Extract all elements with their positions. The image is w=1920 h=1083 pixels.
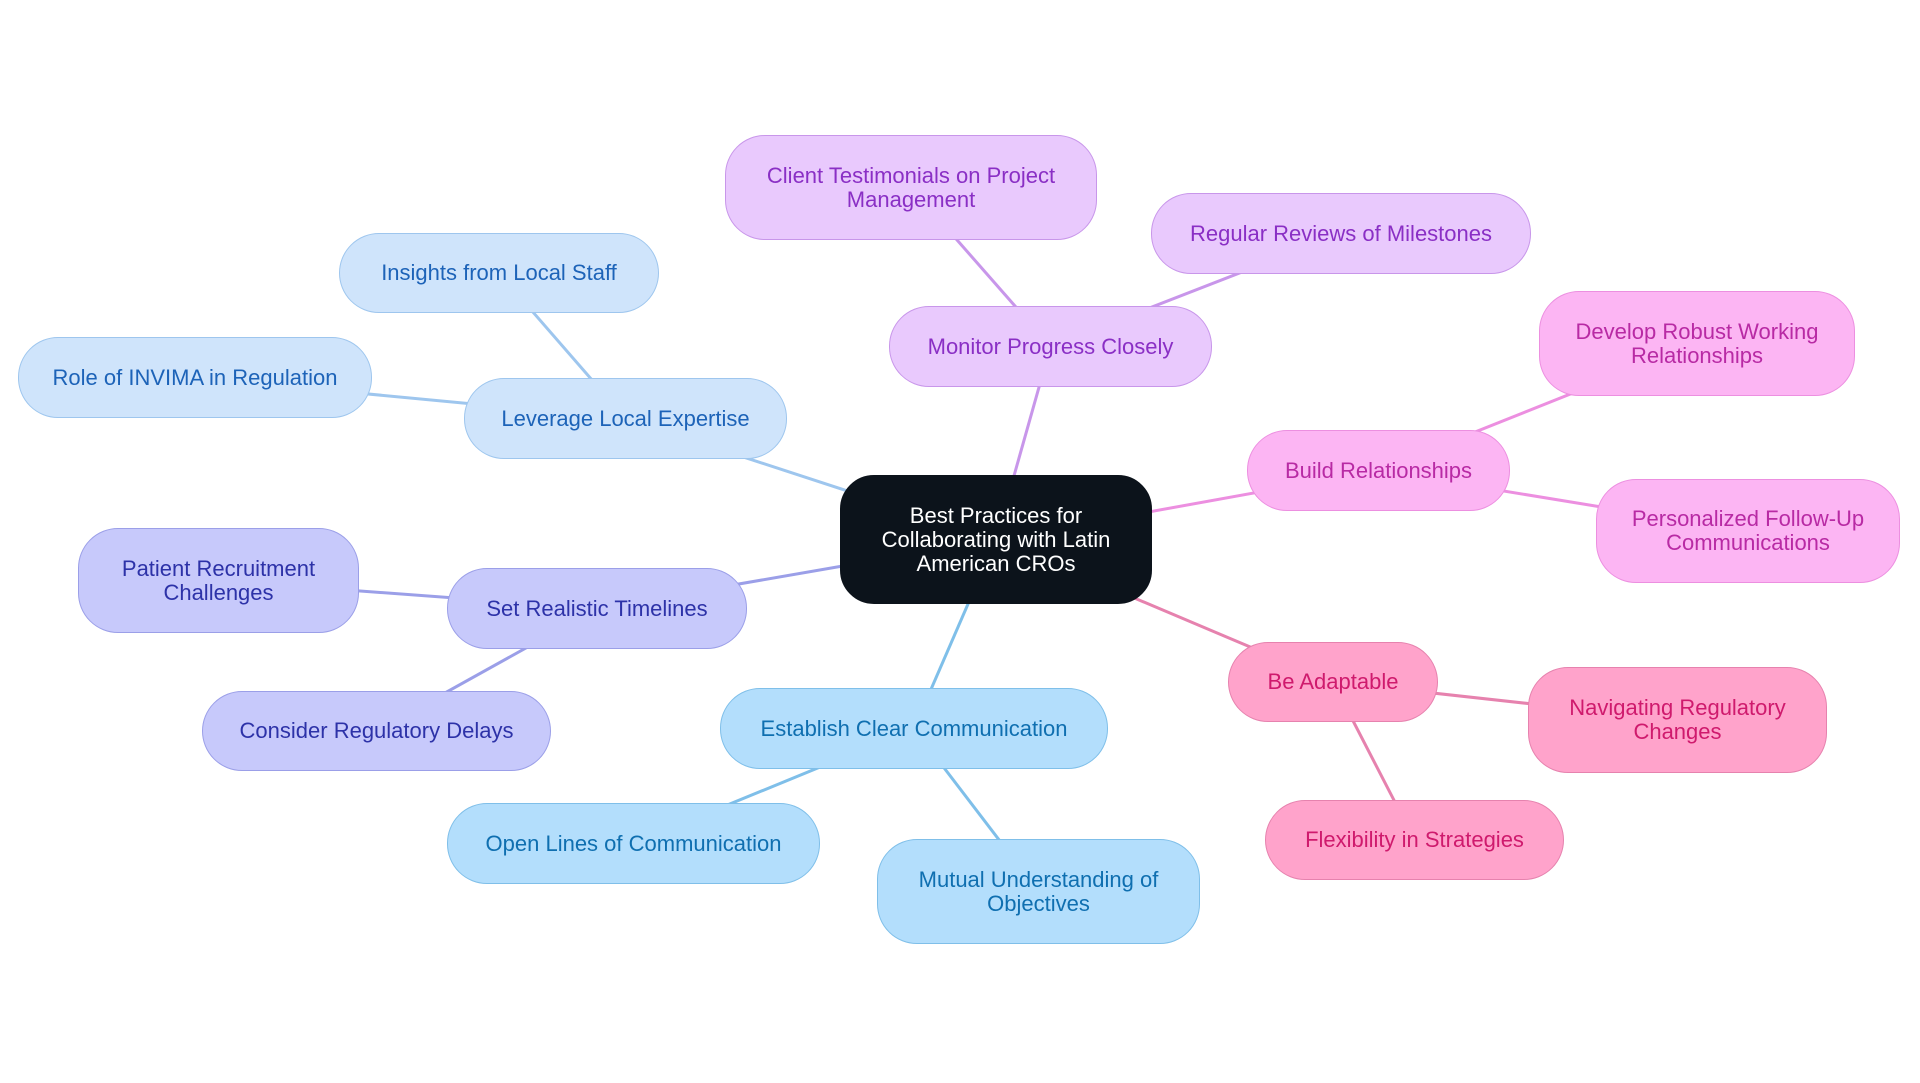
- branch-node-establish-clear-communication[interactable]: Establish Clear Communication: [720, 688, 1108, 769]
- leaf-node-insights-from-local-staff[interactable]: Insights from Local Staff: [339, 233, 659, 313]
- leaf-node-flexibility-in-strategies[interactable]: Flexibility in Strategies: [1265, 800, 1564, 880]
- branch-node-be-adaptable[interactable]: Be Adaptable: [1228, 642, 1438, 722]
- branch-label: Establish Clear Communication: [760, 715, 1068, 741]
- leaf-node-personalized-follow-up[interactable]: Personalized Follow-Up Communications: [1596, 479, 1900, 583]
- branch-node-build-relationships[interactable]: Build Relationships: [1247, 430, 1510, 511]
- leaf-label: Patient Recruitment Challenges: [121, 555, 316, 605]
- leaf-label: Consider Regulatory Delays: [239, 718, 514, 743]
- leaf-node-navigating-regulatory-changes[interactable]: Navigating Regulatory Changes: [1528, 667, 1827, 773]
- root-node-label: Best Practices for Collaborating with La…: [881, 502, 1111, 576]
- leaf-label: Flexibility in Strategies: [1305, 827, 1524, 852]
- leaf-node-client-testimonials[interactable]: Client Testimonials on Project Managemen…: [725, 135, 1097, 240]
- branch-label: Be Adaptable: [1267, 669, 1399, 694]
- leaf-node-consider-regulatory-delays[interactable]: Consider Regulatory Delays: [202, 691, 551, 771]
- leaf-node-open-lines-of-communication[interactable]: Open Lines of Communication: [447, 803, 820, 884]
- leaf-label: Role of INVIMA in Regulation: [52, 364, 338, 390]
- leaf-node-regular-reviews-of-milestones[interactable]: Regular Reviews of Milestones: [1151, 193, 1531, 274]
- branch-label: Set Realistic Timelines: [486, 595, 708, 621]
- branch-node-set-realistic-timelines[interactable]: Set Realistic Timelines: [447, 568, 747, 649]
- leaf-label: Client Testimonials on Project Managemen…: [766, 162, 1056, 212]
- leaf-node-patient-recruitment-challenges[interactable]: Patient Recruitment Challenges: [78, 528, 359, 633]
- branch-node-leverage-local-expertise[interactable]: Leverage Local Expertise: [464, 378, 787, 459]
- leaf-label: Open Lines of Communication: [485, 830, 782, 856]
- branch-label: Build Relationships: [1284, 457, 1473, 483]
- leaf-label: Mutual Understanding of Objectives: [918, 866, 1159, 916]
- leaf-label: Insights from Local Staff: [381, 260, 617, 285]
- leaf-label: Regular Reviews of Milestones: [1189, 220, 1493, 246]
- branch-label: Leverage Local Expertise: [501, 405, 750, 431]
- branch-node-monitor-progress-closely[interactable]: Monitor Progress Closely: [889, 306, 1212, 387]
- leaf-node-mutual-understanding-of-objectives[interactable]: Mutual Understanding of Objectives: [877, 839, 1200, 944]
- leaf-node-role-of-invima[interactable]: Role of INVIMA in Regulation: [18, 337, 372, 418]
- leaf-node-develop-robust-working-relationships[interactable]: Develop Robust Working Relationships: [1539, 291, 1855, 396]
- branch-label: Monitor Progress Closely: [927, 333, 1174, 359]
- root-node[interactable]: Best Practices for Collaborating with La…: [840, 475, 1152, 604]
- leaf-label: Personalized Follow-Up Communications: [1631, 506, 1865, 555]
- leaf-label: Navigating Regulatory Changes: [1569, 695, 1786, 744]
- leaf-label: Develop Robust Working Relationships: [1575, 318, 1819, 368]
